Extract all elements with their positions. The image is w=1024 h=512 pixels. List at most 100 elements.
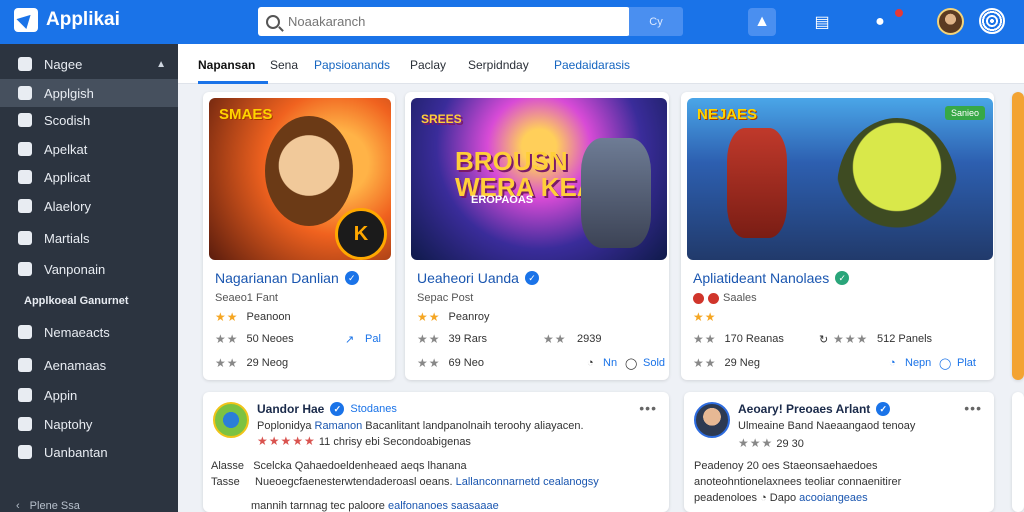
game-card-peek[interactable]	[1012, 92, 1024, 380]
sidebar-footer[interactable]: ‹ Plene Ssa	[16, 500, 80, 512]
card-subtitle: Saales	[693, 292, 757, 304]
sidebar-item-home[interactable]: Nagee ▲	[0, 50, 178, 78]
avatar[interactable]	[213, 402, 249, 438]
avatar[interactable]	[694, 402, 730, 438]
upload-icon[interactable]: ▲	[748, 8, 776, 36]
post-author[interactable]: Uandor Hae ✓ Stodanes	[257, 402, 397, 416]
stats-label: 50 Neoes	[246, 333, 294, 345]
sidebar-item-label: Alaelory	[44, 198, 91, 214]
more-options-icon[interactable]: •••	[639, 400, 657, 416]
verified-icon: ✓	[876, 402, 891, 416]
chevron-up-icon[interactable]: ▲	[156, 59, 166, 70]
post-line: mannih tarnnag tec paloore ealfonanoes s…	[251, 500, 499, 512]
sidebar-item-apps[interactable]: Applgish	[0, 79, 178, 107]
tab-6[interactable]: Paedaidarasis	[554, 58, 630, 72]
tab-3[interactable]: Papsioanands	[314, 58, 390, 72]
character-art	[581, 138, 651, 248]
tab-5[interactable]: Serpidnday	[468, 58, 529, 72]
sidebar-item-label: Nemaeacts	[44, 324, 110, 340]
sidebar-item-3[interactable]: Scodish	[0, 106, 178, 134]
verified-icon: ✓	[835, 271, 850, 285]
sidebar-item-6[interactable]: Alaelory	[0, 192, 178, 220]
video-icon	[18, 262, 32, 276]
sidebar-item-label: Applgish	[44, 85, 94, 101]
game-thumbnail[interactable]: SMAES K	[209, 98, 391, 260]
tab-4[interactable]: Paclay	[410, 58, 446, 72]
game-card[interactable]: SREES BROUSN WERA KEAK EROPAOAS Ueaheori…	[405, 92, 669, 380]
card-count-line: ★★ 69 Neo ◔ Nn ◯ Sold	[417, 356, 665, 370]
card-title[interactable]: Nagarianan Danlian ✓	[215, 270, 359, 286]
tab-1[interactable]: Napansan	[198, 58, 255, 72]
post-line: Tasse Nueoegcfaenesterwtendaderoasl oean…	[211, 476, 599, 488]
count-label: 29 Neg	[724, 357, 760, 369]
sidebar-item-5[interactable]: Applicat	[0, 163, 178, 191]
user-icon[interactable]: ●	[866, 8, 894, 36]
card-action-2[interactable]: Sold	[643, 357, 665, 369]
card-action-link[interactable]: Pal	[365, 333, 381, 345]
apps-icon	[18, 86, 32, 100]
rating-label: Peanroy	[448, 311, 490, 323]
review-post-peek	[1012, 392, 1024, 512]
sidebar-item-11[interactable]: Appin	[0, 381, 178, 409]
search-input[interactable]	[288, 14, 608, 29]
card-action-2[interactable]: Plat	[957, 357, 976, 369]
sidebar-item-13[interactable]: Uanbantan	[0, 438, 178, 466]
author-name: Aeoary! Preoaes Arlant	[738, 402, 871, 416]
star-rating: ★★	[417, 356, 441, 370]
post-link[interactable]: Lallanconnarnetd cealanogsy	[456, 476, 599, 488]
game-thumbnail[interactable]: NEJAES Sanieo	[687, 98, 993, 260]
post-link[interactable]: ealfonanoes saasaaae	[388, 500, 499, 512]
refresh-icon: ↻	[819, 333, 829, 346]
character-art	[837, 118, 957, 258]
avatar[interactable]	[937, 8, 964, 35]
app-logo[interactable]: Applikai	[14, 8, 120, 32]
game-card[interactable]: NEJAES Sanieo Apliatideant Nanolaes ✓ Saa…	[681, 92, 994, 380]
post-link[interactable]: acooiangeaes	[799, 492, 868, 504]
star-rating: ★★	[417, 332, 441, 346]
card-title-text: Ueaheori Uanda	[417, 270, 519, 286]
card-action-1[interactable]: Nepn	[905, 357, 931, 369]
card-action-1[interactable]: Nn	[603, 357, 617, 369]
card-title[interactable]: Apliatideant Nanolaes ✓	[693, 270, 850, 286]
more-options-icon[interactable]: •••	[964, 400, 982, 416]
card-count-line: ★★ 29 Neog	[215, 356, 288, 370]
bookmark-icon	[18, 199, 32, 213]
cart-icon[interactable]: ▤	[808, 8, 836, 36]
home-icon	[18, 57, 32, 71]
star-rating: ★★	[693, 310, 717, 324]
author-name: Uandor Hae	[257, 402, 325, 416]
share-icon[interactable]: ↗	[345, 333, 354, 346]
sidebar: Nagee ▲ Applgish Scodish Apelkat Applicat…	[0, 44, 178, 512]
post-text: Scelcka Qahaedoeldenheaed aeqs lhanana	[253, 460, 467, 472]
search-icon	[18, 142, 32, 156]
sidebar-item-4[interactable]: Apelkat	[0, 135, 178, 163]
thumbnail-title: SMAES	[219, 106, 273, 123]
stats-label: 39 Rars	[448, 333, 488, 345]
sidebar-item-label: Nagee	[44, 56, 83, 72]
search-button[interactable]: Cy	[629, 7, 683, 36]
sidebar-section-label: Applkoeal Ganurnet	[24, 295, 129, 307]
globe-small-icon: ◯	[625, 357, 638, 370]
sidebar-item-10[interactable]: Aenamaas	[0, 351, 178, 379]
post-text: Bacanlitant landpanolnaih teroohy aliaya…	[365, 420, 584, 432]
post-author[interactable]: Aeoary! Preoaes Arlant ✓	[738, 402, 891, 416]
character-art	[265, 116, 353, 226]
card-title[interactable]: Ueaheori Uanda ✓	[417, 270, 539, 286]
game-card[interactable]: SMAES K Nagarianan Danlian ✓ Seaeo1 Fant …	[203, 92, 395, 380]
card-subtitle: Sepac Post	[417, 292, 474, 304]
sidebar-item-7[interactable]: Martials	[0, 224, 178, 252]
tab-bar: Napansan Sena Papsioanands Paclay Serpid…	[178, 44, 1024, 84]
star-rating: ★★	[417, 310, 441, 324]
sidebar-item-9[interactable]: Nemaeacts	[0, 318, 178, 346]
sidebar-footer-label: Plene Ssa	[29, 500, 80, 512]
sidebar-item-label: Martials	[44, 230, 90, 246]
post-link[interactable]: Ramanon	[315, 420, 363, 432]
globe-icon[interactable]	[979, 8, 1005, 34]
card-count-line: ★★ 29 Neg ◔ Nepn ◯ Plat	[693, 356, 976, 370]
tab-2[interactable]: Sena	[270, 58, 298, 72]
secondary-rating: ★★	[543, 332, 567, 346]
sidebar-item-12[interactable]: Naptohy	[0, 410, 178, 438]
sidebar-item-8[interactable]: Vanponain	[0, 255, 178, 283]
character-art-secondary	[727, 128, 787, 238]
game-thumbnail[interactable]: SREES BROUSN WERA KEAK EROPAOAS	[411, 98, 667, 260]
